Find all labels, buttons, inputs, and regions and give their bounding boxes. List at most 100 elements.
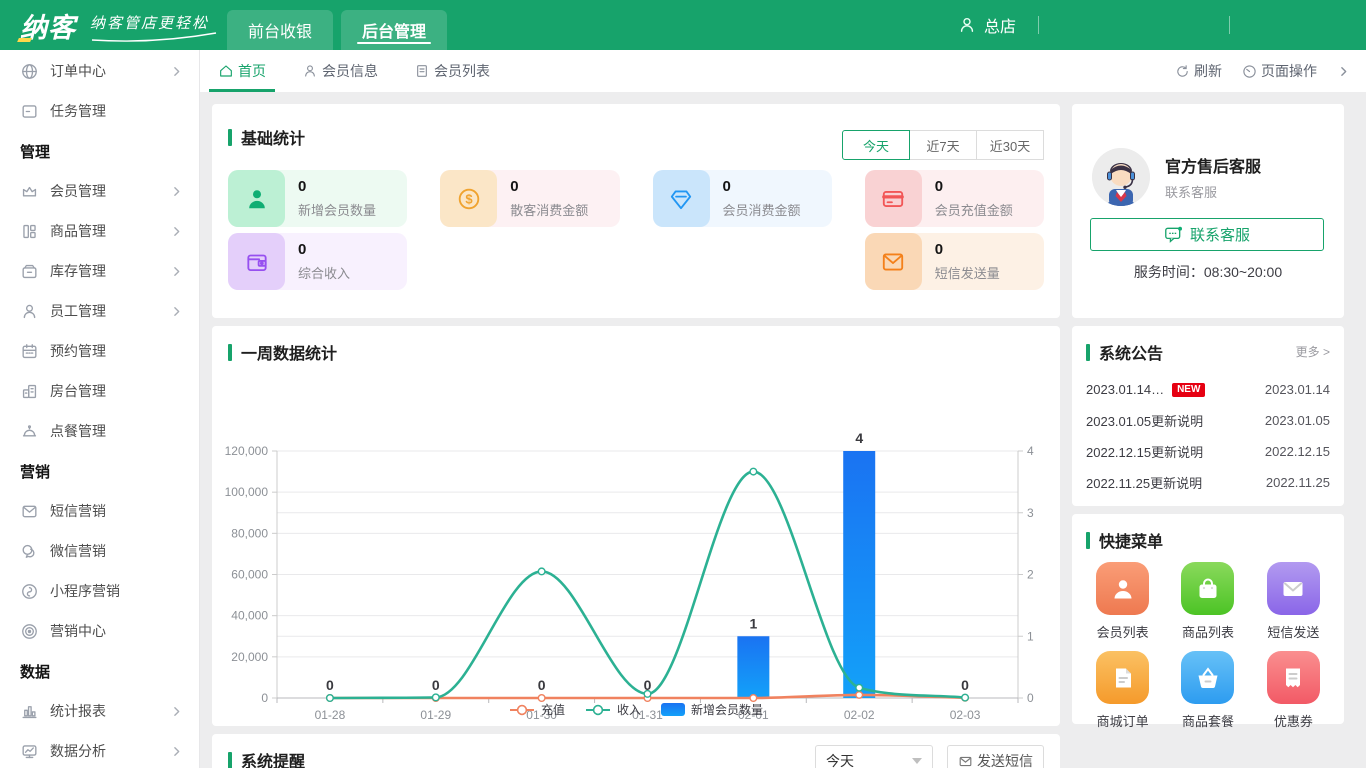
new-badge: NEW bbox=[1172, 383, 1205, 397]
chevron-right-icon[interactable] bbox=[1337, 65, 1350, 78]
svg-text:120,000: 120,000 bbox=[225, 444, 269, 458]
more-link[interactable]: 更多 > bbox=[1296, 343, 1330, 360]
svg-text:100,000: 100,000 bbox=[225, 485, 269, 499]
sidebar-item[interactable]: 任务管理 bbox=[0, 91, 199, 131]
sidebar-item[interactable]: 短信营销 bbox=[0, 491, 199, 531]
page-operations-button[interactable]: 页面操作 bbox=[1242, 61, 1317, 81]
weekly-chart-panel: 一周数据统计 020,00040,00060,00080,000100,0001… bbox=[212, 326, 1060, 726]
stat-card[interactable]: 0 会员消费金额 bbox=[653, 170, 832, 227]
send-sms-button[interactable]: 发送短信 bbox=[947, 745, 1044, 768]
wechat-icon bbox=[20, 542, 39, 561]
svg-text:20,000: 20,000 bbox=[231, 650, 268, 664]
stat-value: 0 bbox=[935, 241, 1000, 258]
page-tab[interactable]: 首页 bbox=[215, 50, 269, 92]
page-tab[interactable]: 会员列表 bbox=[411, 50, 493, 92]
announcement-title: 2023.01.05更新说明 bbox=[1086, 411, 1203, 430]
quick-menu-label: 商城订单 bbox=[1097, 711, 1149, 730]
goods-icon bbox=[20, 222, 39, 241]
customer-service-card: 官方售后客服 联系客服 联系客服 服务时间：08:30~20:00 bbox=[1072, 104, 1344, 318]
quick-menu-item[interactable]: 商城订单 bbox=[1080, 651, 1165, 730]
panel-title: 一周数据统计 bbox=[212, 326, 1060, 364]
sidebar-item[interactable]: 微信营销 bbox=[0, 531, 199, 571]
sidebar-item[interactable]: 小程序营销 bbox=[0, 571, 199, 611]
sidebar-item[interactable]: 订单中心 bbox=[0, 51, 199, 91]
report-icon bbox=[20, 702, 39, 721]
chevron-right-icon bbox=[170, 265, 183, 278]
sidebar-item-label: 点餐管理 bbox=[50, 421, 106, 441]
announcement-row[interactable]: 2023.01.05更新说明 2023.01.05 bbox=[1072, 405, 1344, 436]
announcement-row[interactable]: 2022.12.15更新说明 2022.12.15 bbox=[1072, 436, 1344, 467]
legend-item[interactable]: 充值 bbox=[509, 701, 565, 718]
stat-card[interactable]: 0 综合收入 bbox=[228, 233, 407, 290]
sidebar-item[interactable]: 商品管理 bbox=[0, 211, 199, 251]
legend-item[interactable]: 收入 bbox=[585, 701, 641, 718]
chevron-right-icon bbox=[170, 705, 183, 718]
sidebar-item[interactable]: 会员管理 bbox=[0, 171, 199, 211]
miniapp-icon bbox=[20, 582, 39, 601]
dining-icon bbox=[20, 422, 39, 441]
stat-value: 0 bbox=[298, 178, 376, 195]
stat-card[interactable]: 0 会员充值金额 bbox=[865, 170, 1044, 227]
quick-menu-item[interactable]: 优惠券 bbox=[1251, 651, 1336, 730]
stat-card[interactable]: 0 新增会员数量 bbox=[228, 170, 407, 227]
svg-text:2: 2 bbox=[1027, 568, 1034, 582]
date-filter-button[interactable]: 近7天 bbox=[909, 130, 977, 160]
stat-card[interactable]: 0 短信发送量 bbox=[865, 233, 1044, 290]
stat-card[interactable]: $ 0 散客消费金额 bbox=[440, 170, 619, 227]
svg-text:4: 4 bbox=[855, 430, 863, 446]
quick-menu-label: 短信发送 bbox=[1267, 622, 1319, 641]
sidebar-item-label: 任务管理 bbox=[50, 101, 106, 121]
sidebar-item[interactable]: 统计报表 bbox=[0, 691, 199, 731]
sidebar-item-label: 订单中心 bbox=[50, 61, 106, 81]
announcement-row[interactable]: 2022.11.25更新说明 2022.11.25 bbox=[1072, 467, 1344, 498]
svg-text:0: 0 bbox=[961, 677, 969, 693]
refresh-button[interactable]: 刷新 bbox=[1175, 61, 1222, 81]
header-nav-tab[interactable]: 后台管理 bbox=[341, 10, 447, 50]
sidebar-item-label: 商品管理 bbox=[50, 221, 106, 241]
quick-menu-item[interactable]: 商品列表 bbox=[1165, 562, 1250, 641]
sidebar-item-label: 营销 bbox=[20, 461, 50, 482]
contact-service-button[interactable]: 联系客服 bbox=[1090, 218, 1324, 251]
home-icon bbox=[218, 63, 234, 79]
date-filter-button[interactable]: 近30天 bbox=[976, 130, 1044, 160]
divider bbox=[1038, 16, 1039, 34]
quick-menu-item[interactable]: 短信发送 bbox=[1251, 562, 1336, 641]
app-header: 纳客 纳客管店更轻松 前台收银 后台管理 总店 bbox=[0, 0, 1366, 50]
sidebar-item[interactable]: 库存管理 bbox=[0, 251, 199, 291]
legend-item[interactable]: 新增会员数量 bbox=[661, 701, 763, 718]
sidebar-item: 数据 bbox=[0, 651, 199, 691]
sidebar-item[interactable]: 房台管理 bbox=[0, 371, 199, 411]
announcement-date: 2023.01.14 bbox=[1265, 382, 1330, 397]
header-nav-tab[interactable]: 前台收银 bbox=[227, 10, 333, 50]
announcement-row[interactable]: 2023.01.14… NEW 2023.01.14 bbox=[1072, 374, 1344, 405]
quick-menu-item[interactable]: 商品套餐 bbox=[1165, 651, 1250, 730]
announcement-list: 2023.01.14… NEW 2023.01.14 2023.01.05更新说… bbox=[1072, 374, 1344, 498]
reminder-controls: 今天 发送短信 bbox=[815, 745, 1044, 768]
chart-legend: 充值 收入 新增会员数量 bbox=[212, 701, 1060, 718]
announcement-title: 2023.01.14… bbox=[1086, 382, 1164, 397]
quick-menu-label: 优惠券 bbox=[1274, 711, 1313, 730]
sidebar-item[interactable]: 员工管理 bbox=[0, 291, 199, 331]
quick-menu-item[interactable]: 会员列表 bbox=[1080, 562, 1165, 641]
doclist-icon bbox=[414, 63, 430, 79]
announcement-date: 2023.01.05 bbox=[1265, 413, 1330, 428]
announcement-date: 2022.11.25 bbox=[1266, 475, 1330, 490]
svg-text:3: 3 bbox=[1027, 506, 1034, 520]
sidebar-item[interactable]: 数据分析 bbox=[0, 731, 199, 768]
page-operations-icon bbox=[1242, 64, 1257, 79]
sidebar-item[interactable]: 预约管理 bbox=[0, 331, 199, 371]
sidebar-item-label: 营销中心 bbox=[50, 621, 106, 641]
analysis-icon bbox=[20, 742, 39, 761]
inventory-icon bbox=[20, 262, 39, 281]
weekly-stats-chart: 020,00040,00060,00080,000100,000120,0000… bbox=[212, 364, 1060, 732]
sms-icon bbox=[20, 502, 39, 521]
sidebar-item[interactable]: 点餐管理 bbox=[0, 411, 199, 451]
store-switcher[interactable]: 总店 bbox=[957, 13, 1016, 37]
mail-icon bbox=[865, 233, 922, 290]
page-tab[interactable]: 会员信息 bbox=[299, 50, 381, 92]
date-filter-button[interactable]: 今天 bbox=[842, 130, 910, 160]
legend-line-swatch bbox=[509, 704, 535, 716]
reminder-date-select[interactable]: 今天 bbox=[815, 745, 933, 768]
sidebar-item[interactable]: 营销中心 bbox=[0, 611, 199, 651]
stat-label: 新增会员数量 bbox=[298, 200, 376, 219]
